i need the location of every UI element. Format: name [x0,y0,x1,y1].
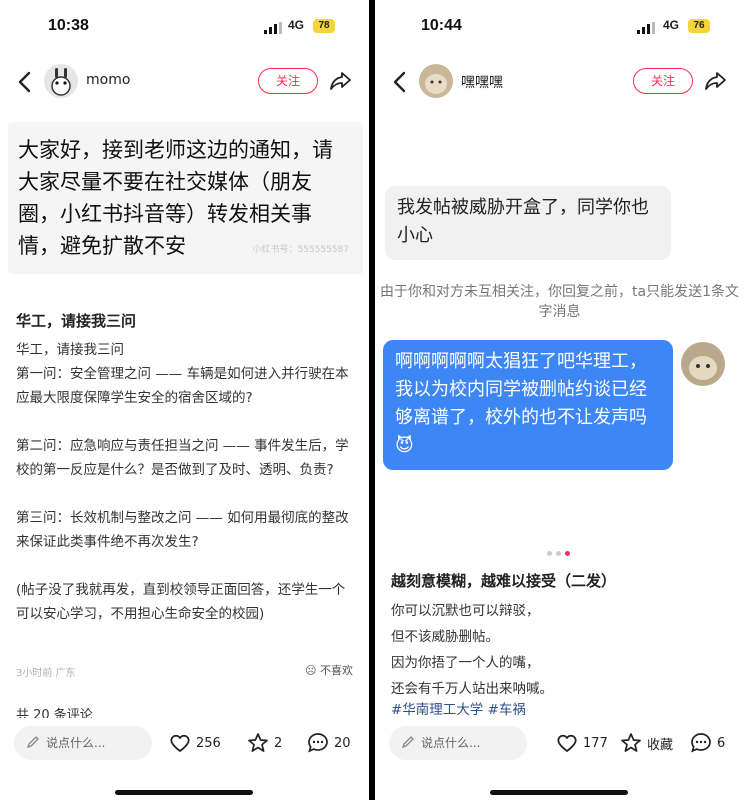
share-icon[interactable] [703,68,729,94]
battery-level: 78 [313,19,335,33]
post-meta: 3小时前 广东 [16,668,76,679]
post-title: 越刻意模糊，越难以接受（二发） [391,572,617,590]
username[interactable]: 嘿嘿嘿 [461,72,503,92]
collect-button[interactable]: 2 [246,730,282,756]
carousel-dot-active [565,551,570,556]
chat-header: 嘿嘿嘿 关注 [375,56,744,108]
post-body: 你可以沉默也可以辩驳， 但不该威胁删帖。 因为你捂了一个人的嘴， 还会有千万人站… [391,598,731,702]
like-count: 256 [196,735,221,751]
pen-icon [401,736,414,749]
collect-count: 2 [274,735,283,751]
like-button[interactable]: 256 [168,730,221,756]
comment-input[interactable]: 说点什么... [389,726,527,760]
signal-icon [637,22,655,34]
collect-button[interactable]: 收藏 [619,730,673,756]
username[interactable]: momo [86,72,130,88]
left-phone-screen: 10:38 4G 78 momo 关注 大家好，接到老师这边的通知，请大家尽量不… [0,0,369,800]
comment-input[interactable]: 说点什么... [14,726,152,760]
post-line: 你可以沉默也可以辩驳， [391,603,540,619]
back-icon[interactable] [389,70,411,94]
pen-icon [26,736,39,749]
outgoing-message: 啊啊啊啊啊太猖狂了吧华理工，我以为校内同学被删帖约谈已经够离谱了，校外的也不让发… [383,340,673,470]
status-bar: 10:38 4G 78 [0,0,369,54]
carousel-dot [547,551,552,556]
outgoing-message-text: 啊啊啊啊啊太猖狂了吧华理工，我以为校内同学被删帖约谈已经够离谱了，校外的也不让发… [395,351,647,428]
heart-icon [557,734,577,752]
watermark: 小红书号：555555587 [252,245,349,255]
comment-placeholder: 说点什么... [46,736,106,750]
post-header: momo 关注 [0,56,369,108]
devil-emoji: 😈 [395,435,414,456]
comment-placeholder: 说点什么... [421,736,481,750]
chat-hint: 由于你和对方未互相关注，你回复之前，ta只能发送1条文字消息 [380,284,739,320]
comment-count-label: 6 [717,735,726,751]
network-label: 4G [663,18,680,32]
back-icon[interactable] [14,70,36,94]
star-icon [248,733,268,752]
post-line: 因为你捂了一个人的嘴， [391,655,540,671]
avatar[interactable] [44,64,78,98]
comment-count-label: 20 [334,735,351,751]
like-button[interactable]: 177 [555,730,608,756]
home-indicator [490,790,628,795]
collect-label: 收藏 [647,737,674,753]
status-time: 10:38 [48,17,89,34]
network-label: 4G [288,18,305,32]
right-phone-screen: 10:44 4G 76 嘿嘿嘿 关注 我发帖被威胁开盒了，同学你也小心 由于你和… [375,0,744,800]
carousel-dots [547,551,570,557]
avatar [681,342,725,386]
status-time: 10:44 [421,17,462,34]
status-bar: 10:44 4G 76 [375,0,744,54]
signal-icon [264,22,282,34]
post-title: 华工，请接我三问 [16,312,137,330]
heart-icon [170,734,190,752]
carousel-dot [556,551,561,556]
like-count: 177 [583,735,608,751]
dislike-icon: ☹ [305,664,317,677]
post-line: 但不该威胁删帖。 [391,629,499,645]
comment-button[interactable]: 20 [306,730,351,756]
dislike-label: 不喜欢 [320,664,353,677]
share-icon[interactable] [328,68,354,94]
star-icon [621,733,641,752]
home-indicator [115,790,253,795]
follow-button[interactable]: 关注 [258,68,318,94]
comment-button[interactable]: 6 [689,730,725,756]
bottom-action-bar: 说点什么... 177 收藏 6 [375,718,744,800]
bottom-action-bar: 说点什么... 256 2 20 [0,718,369,800]
incoming-message: 我发帖被威胁开盒了，同学你也小心 [385,186,671,260]
screenshot-pair: 10:38 4G 78 momo 关注 大家好，接到老师这边的通知，请大家尽量不… [0,0,744,800]
avatar[interactable] [419,64,453,98]
notice-image: 大家好，接到老师这边的通知，请大家尽量不要在社交媒体（朋友圈，小红书抖音等）转发… [8,122,363,274]
battery-level: 76 [688,19,710,33]
comment-icon [308,733,328,753]
dislike-button[interactable]: ☹ 不喜欢 [305,662,353,678]
post-tags[interactable]: #华南理工大学 #车祸 [391,698,526,718]
post-body: 华工，请接我三问 第一问：安全管理之问 —— 车辆是如何进入并行驶在本应最大限度… [16,342,349,622]
follow-button[interactable]: 关注 [633,68,693,94]
comment-icon [691,733,711,753]
